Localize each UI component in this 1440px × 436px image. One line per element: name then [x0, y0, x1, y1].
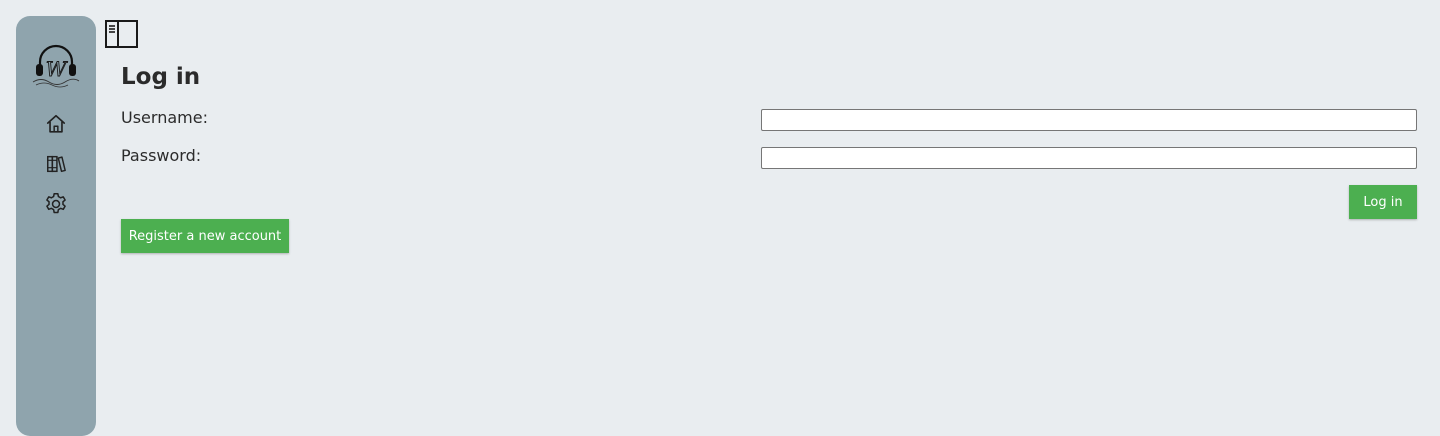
gear-icon — [46, 192, 66, 214]
headphones-logo-icon: W — [30, 40, 82, 88]
password-label: Password: — [121, 146, 202, 165]
sidebar: W — [16, 16, 96, 436]
page-title: Log in — [121, 64, 201, 90]
username-input[interactable] — [761, 109, 1417, 131]
username-label: Username: — [121, 108, 208, 127]
home-icon — [46, 114, 66, 133]
sidebar-item-home[interactable] — [43, 111, 69, 137]
sidebar-toggle-button[interactable] — [105, 19, 139, 49]
sidebar-item-library[interactable] — [43, 151, 69, 177]
sidebar-item-settings[interactable] — [43, 191, 69, 217]
password-input[interactable] — [761, 147, 1417, 169]
logo-letter: W — [46, 57, 68, 81]
register-account-button[interactable]: Register a new account — [121, 219, 289, 253]
sidebar-toggle-icon — [105, 20, 138, 48]
books-icon — [47, 155, 66, 173]
login-button[interactable]: Log in — [1349, 185, 1417, 219]
